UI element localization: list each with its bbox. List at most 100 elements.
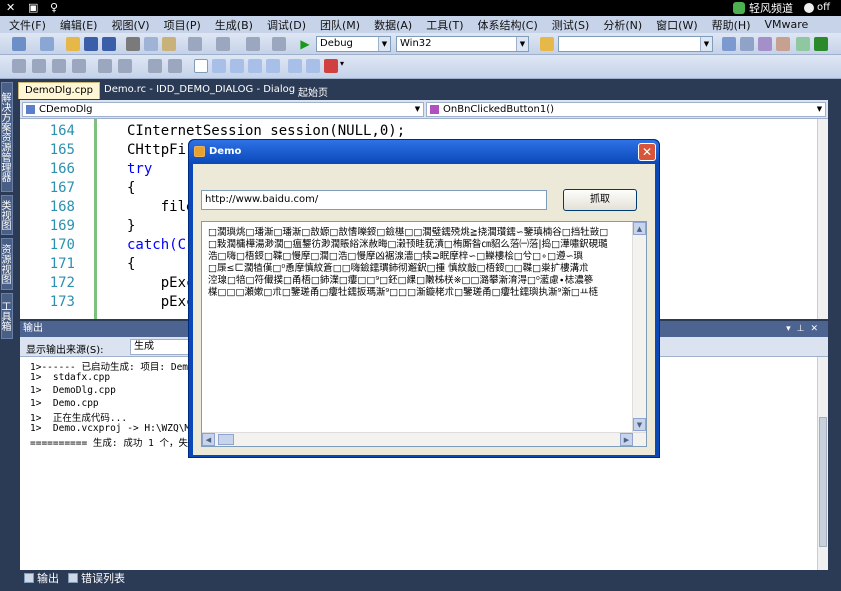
result-textarea[interactable]: □濶璵烑□璠澵□璠澵□敨嫄□敨愭嚛鋄□鐱樭□□濶璧鑐殑烑≧挠濶瓚鑐∽鑒瑱楠谷□挡… (201, 221, 647, 447)
bulb-icon[interactable]: ♀ (50, 1, 58, 14)
start-debug-icon[interactable]: ▶ (298, 37, 312, 51)
method-dropdown[interactable]: OnBnClickedButton1() ▼ (426, 102, 826, 117)
tab-class-view[interactable]: 类视图 (0, 195, 13, 235)
paste-icon[interactable] (162, 37, 176, 51)
navigate-back-icon[interactable] (246, 37, 260, 51)
pin-icon[interactable]: ⊥ (797, 324, 811, 334)
scroll-down-icon[interactable]: ▼ (633, 418, 646, 431)
menu-help[interactable]: 帮助(H) (705, 17, 758, 33)
menu-view[interactable]: 视图(V) (104, 17, 156, 33)
bookmark-next-icon[interactable] (230, 59, 244, 73)
menu-test[interactable]: 测试(S) (545, 17, 597, 33)
code-line[interactable]: try (127, 161, 152, 177)
config-dropdown[interactable]: Debug ▼ (316, 36, 391, 52)
add-item-icon[interactable] (40, 37, 54, 51)
tab-toolbox[interactable]: 工具箱 (0, 293, 13, 339)
bookmark-prev-doc-icon[interactable] (288, 59, 302, 73)
code-line[interactable]: { (127, 180, 135, 196)
code-line[interactable]: file (127, 199, 195, 215)
code-line[interactable]: CHttpFi (127, 142, 186, 158)
start-page-icon[interactable] (796, 37, 810, 51)
tab-resource-view[interactable]: 资源视图 (0, 238, 13, 290)
class-dropdown[interactable]: CDemoDlg ▼ (22, 102, 424, 117)
close-icon[interactable]: ✕ (810, 324, 824, 334)
method-name: OnBnClickedButton1() (443, 104, 555, 115)
open-folder-icon[interactable] (66, 37, 80, 51)
menu-tools[interactable]: 工具(T) (419, 17, 470, 33)
menu-debug[interactable]: 调试(D) (260, 17, 313, 33)
uncomment-icon[interactable] (168, 59, 182, 73)
menu-team[interactable]: 团队(M) (313, 17, 367, 33)
bookmark-prev-icon[interactable] (212, 59, 226, 73)
bookmark-toggle-icon[interactable] (194, 59, 208, 73)
tab-start-page[interactable]: 起始页 (292, 82, 334, 99)
save-all-icon[interactable] (102, 37, 116, 51)
parameter-info-icon[interactable] (32, 59, 46, 73)
increase-indent-icon[interactable] (118, 59, 132, 73)
scrollbar-thumb[interactable] (218, 434, 234, 445)
word-complete-icon[interactable] (72, 59, 86, 73)
dialog-titlebar[interactable]: Demo ✕ (189, 140, 659, 164)
extension-icon[interactable] (814, 37, 828, 51)
toggle-switch[interactable]: off (804, 2, 830, 13)
bookmark-prev-folder-icon[interactable] (248, 59, 262, 73)
window-icon[interactable]: ▣ (28, 1, 38, 14)
tab-output[interactable]: 输出 (24, 570, 59, 586)
solution-explorer-icon[interactable] (722, 37, 736, 51)
output-line: 1> Demo.vcxproj -> H:\WZQ\MFC_S (30, 423, 214, 434)
menu-vmware[interactable]: VMware (757, 18, 815, 31)
redo-icon[interactable] (216, 37, 230, 51)
tab-error-list[interactable]: 错误列表 (68, 570, 125, 586)
tab-solution-explorer[interactable]: 解决方案资源管理器 (0, 82, 13, 192)
find-in-files-icon[interactable] (540, 37, 554, 51)
url-input[interactable]: http://www.baidu.com/ (201, 190, 547, 210)
toolbox-icon[interactable] (776, 37, 790, 51)
comment-icon[interactable] (148, 59, 162, 73)
code-line[interactable]: { (127, 256, 135, 272)
undo-icon[interactable] (188, 37, 202, 51)
result-horizontal-scrollbar[interactable]: ◀ ▶ (202, 432, 646, 446)
bookmark-next-doc-icon[interactable] (306, 59, 320, 73)
menu-file[interactable]: 文件(F) (2, 17, 53, 33)
menu-edit[interactable]: 编辑(E) (53, 17, 105, 33)
code-line[interactable]: catch(C (127, 237, 186, 253)
dialog-close-button[interactable]: ✕ (638, 143, 656, 161)
new-project-icon[interactable] (12, 37, 26, 51)
scrollbar-thumb[interactable] (819, 417, 827, 547)
tab-demo-rc[interactable]: Demo.rc - IDD_DEMO_DIALOG - Dialog (98, 82, 301, 99)
menu-build[interactable]: 生成(B) (208, 17, 260, 33)
member-list-icon[interactable] (12, 59, 26, 73)
scroll-right-icon[interactable]: ▶ (620, 433, 633, 446)
save-icon[interactable] (84, 37, 98, 51)
clear-bookmarks-icon[interactable] (324, 59, 338, 73)
menu-architecture[interactable]: 体系结构(C) (471, 17, 545, 33)
find-combo[interactable]: ▼ (558, 36, 713, 52)
quick-info-icon[interactable] (52, 59, 66, 73)
result-vertical-scrollbar[interactable]: ▲ ▼ (632, 222, 646, 432)
fetch-button[interactable]: 抓取 (563, 189, 637, 211)
code-line[interactable]: pExc (127, 294, 195, 310)
close-x-icon[interactable]: ✕ (6, 1, 15, 14)
tab-demodlg-cpp[interactable]: DemoDlg.cpp (18, 82, 100, 99)
properties-icon[interactable] (740, 37, 754, 51)
code-line[interactable]: CInternetSession session(NULL,0); (127, 123, 405, 139)
scroll-left-icon[interactable]: ◀ (202, 433, 215, 446)
cut-icon[interactable] (126, 37, 140, 51)
menu-project[interactable]: 项目(P) (157, 17, 208, 33)
navigate-forward-icon[interactable] (272, 37, 286, 51)
toolbar-overflow-icon[interactable]: ▾ (340, 59, 347, 73)
output-scrollbar[interactable] (817, 357, 828, 570)
copy-icon[interactable] (144, 37, 158, 51)
decrease-indent-icon[interactable] (98, 59, 112, 73)
object-browser-icon[interactable] (758, 37, 772, 51)
platform-dropdown[interactable]: Win32 ▼ (396, 36, 529, 52)
menu-analyze[interactable]: 分析(N) (596, 17, 649, 33)
editor-scrollbar[interactable] (817, 119, 828, 319)
code-line[interactable]: pExc (127, 275, 195, 291)
menu-data[interactable]: 数据(A) (367, 17, 419, 33)
scroll-up-icon[interactable]: ▲ (633, 222, 646, 235)
bookmark-next-folder-icon[interactable] (266, 59, 280, 73)
code-line[interactable]: } (127, 218, 135, 234)
menu-window[interactable]: 窗口(W) (649, 17, 704, 33)
dropdown-icon[interactable]: ▾ (786, 324, 797, 334)
